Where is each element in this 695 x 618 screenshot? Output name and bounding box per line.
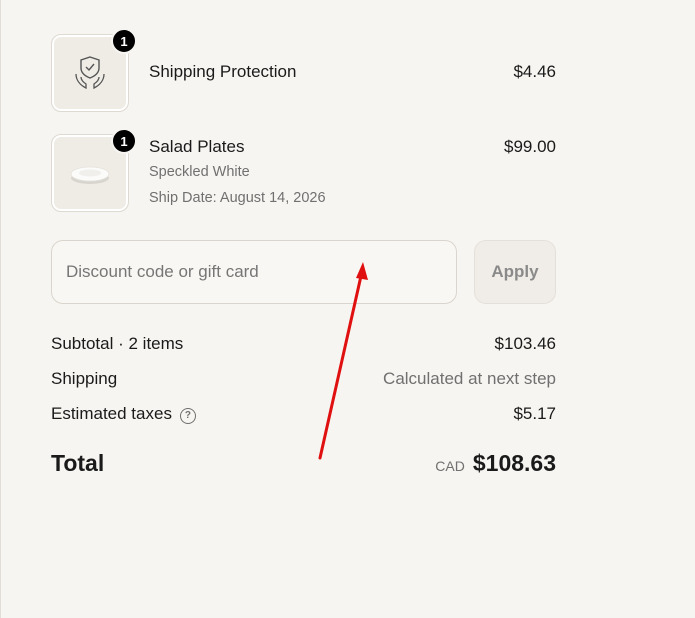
shipping-row: Shipping Calculated at next step bbox=[51, 368, 556, 390]
taxes-value: $5.17 bbox=[513, 404, 556, 423]
subtotal-label: Subtotal · 2 items bbox=[51, 334, 184, 353]
taxes-row: Estimated taxes? $5.17 bbox=[51, 403, 556, 425]
subtotal-value: $103.46 bbox=[494, 334, 556, 353]
total-currency: CAD bbox=[435, 458, 465, 474]
total-row: Total CAD $108.63 bbox=[51, 450, 556, 477]
discount-form: Apply bbox=[51, 240, 556, 304]
question-circle-icon[interactable]: ? bbox=[179, 408, 196, 424]
item-thumbnail: 1 bbox=[51, 128, 137, 212]
line-item-shipping-protection: 1 Shipping Protection $4.46 bbox=[51, 28, 556, 112]
item-thumbnail: 1 bbox=[51, 28, 137, 112]
discount-code-input[interactable] bbox=[51, 240, 457, 304]
taxes-label-group: Estimated taxes? bbox=[51, 403, 196, 425]
quantity-badge: 1 bbox=[111, 128, 137, 154]
item-info: Shipping Protection bbox=[149, 34, 513, 83]
taxes-label: Estimated taxes bbox=[51, 404, 172, 423]
total-label: Total bbox=[51, 450, 105, 476]
total-amount: $108.63 bbox=[472, 450, 556, 476]
shipping-value: Calculated at next step bbox=[383, 369, 556, 388]
quantity-badge: 1 bbox=[111, 28, 137, 54]
shipping-label: Shipping bbox=[51, 369, 118, 388]
shield-hands-icon bbox=[75, 56, 105, 90]
total-amount-group: CAD $108.63 bbox=[435, 450, 556, 477]
line-item-salad-plates: 1 Salad Plates Speckled White Ship Date:… bbox=[51, 128, 556, 212]
item-price: $4.46 bbox=[513, 62, 556, 81]
item-name: Salad Plates bbox=[149, 137, 245, 156]
item-variant: Speckled White bbox=[149, 164, 250, 180]
order-summary-panel: 1 Shipping Protection $4.46 1 Salad Plat… bbox=[0, 0, 695, 618]
item-info: Salad Plates Speckled White Ship Date: A… bbox=[149, 134, 504, 208]
apply-button[interactable]: Apply bbox=[474, 240, 556, 304]
item-price: $99.00 bbox=[504, 137, 556, 156]
item-ship-date: Ship Date: August 14, 2026 bbox=[149, 190, 326, 206]
item-name: Shipping Protection bbox=[149, 62, 297, 81]
subtotal-row: Subtotal · 2 items $103.46 bbox=[51, 333, 556, 355]
plate-image bbox=[70, 166, 110, 184]
